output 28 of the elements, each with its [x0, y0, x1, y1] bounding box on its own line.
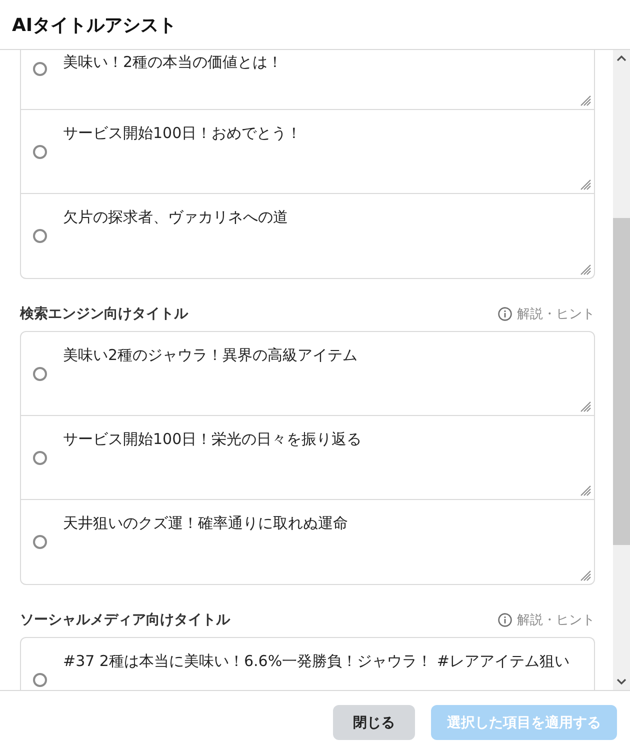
- radio-button[interactable]: [33, 673, 47, 687]
- title-textarea[interactable]: 天井狙いのクズ運！確率通りに取れぬ運命: [55, 500, 594, 584]
- title-textarea[interactable]: 美味い2種のジャウラ！異界の高級アイテム: [55, 332, 594, 415]
- scrollbar-thumb[interactable]: [613, 218, 630, 545]
- resize-grip-icon[interactable]: [579, 569, 591, 581]
- radio-button[interactable]: [33, 451, 47, 465]
- radio-button[interactable]: [33, 367, 47, 381]
- title-textarea[interactable]: 美味い！2種の本当の価値とは！: [55, 50, 594, 109]
- resize-grip-icon[interactable]: [579, 263, 591, 275]
- section-heading: ソーシャルメディア向けタイトル: [20, 611, 230, 629]
- title-textarea[interactable]: #37 2種は本当に美味い！6.6%一発勝負！ジャウラ！ #レアアイテム狙い: [55, 638, 594, 690]
- resize-grip-icon[interactable]: [579, 484, 591, 496]
- dialog-title: AIタイトルアシスト: [12, 14, 177, 36]
- radio-button[interactable]: [33, 229, 47, 243]
- close-button[interactable]: 閉じる: [333, 705, 415, 740]
- scrollbar[interactable]: [613, 50, 630, 690]
- radio-button[interactable]: [33, 535, 47, 549]
- radio-button[interactable]: [33, 145, 47, 159]
- resize-grip-icon[interactable]: [579, 178, 591, 190]
- info-icon: [498, 613, 512, 627]
- title-textarea[interactable]: サービス開始100日！栄光の日々を振り返る: [55, 416, 594, 499]
- resize-grip-icon[interactable]: [579, 94, 591, 106]
- resize-grip-icon[interactable]: [579, 400, 591, 412]
- title-textarea[interactable]: 欠片の探求者、ヴァカリネへの道: [55, 194, 594, 278]
- title-textarea[interactable]: サービス開始100日！おめでとう！: [55, 110, 594, 193]
- section-heading: 検索エンジン向けタイトル: [20, 305, 188, 323]
- info-icon: [498, 307, 512, 321]
- radio-button[interactable]: [33, 62, 47, 76]
